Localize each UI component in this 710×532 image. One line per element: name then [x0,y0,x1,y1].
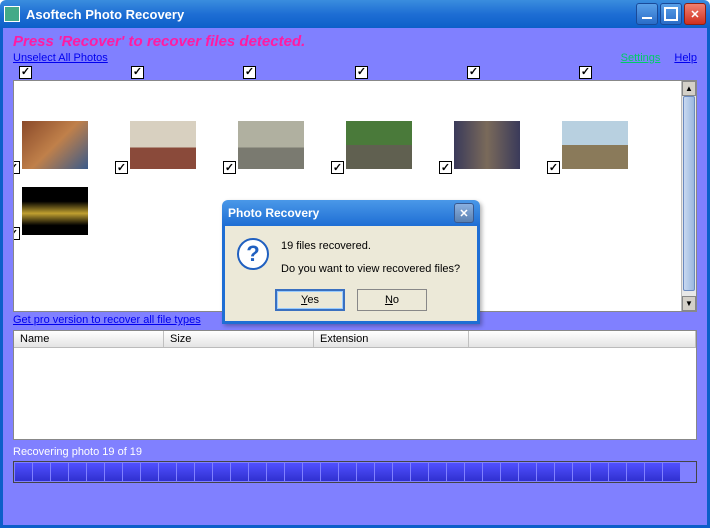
scroll-down-button[interactable]: ▼ [682,296,696,311]
thumbnail-checkbox[interactable] [13,227,20,240]
progress-segment [537,463,554,481]
column-blank[interactable] [469,331,696,347]
thumbnail-checkbox[interactable] [223,161,236,174]
unselect-all-link[interactable]: Unselect All Photos [13,52,108,64]
progress-segment [159,463,176,481]
dialog-body: ? 19 files recovered. Do you want to vie… [222,226,480,324]
progress-segment [321,463,338,481]
app-icon [4,6,20,22]
progress-segment [519,463,536,481]
thumbnail-checkbox[interactable] [243,66,256,79]
thumbnail-image[interactable] [454,121,520,169]
progress-segment [33,463,50,481]
thumbnail-item[interactable] [454,121,520,169]
column-size[interactable]: Size [164,331,314,347]
question-icon: ? [237,238,269,270]
thumbnail-checkbox[interactable] [19,66,32,79]
progress-segment [213,463,230,481]
minimize-button[interactable] [636,3,658,25]
progress-bar [13,461,697,483]
thumbnail-image[interactable] [130,121,196,169]
thumbnail-checkbox[interactable] [355,66,368,79]
status-text: Recovering photo 19 of 19 [13,446,697,458]
thumbnail-image[interactable] [238,121,304,169]
settings-link[interactable]: Settings [621,52,661,64]
progress-segment [357,463,374,481]
titlebar: Asoftech Photo Recovery [0,0,710,28]
dialog-line2: Do you want to view recovered files? [281,261,460,278]
thumbnail-item[interactable] [22,187,88,235]
progress-segment [303,463,320,481]
top-checkbox-row [13,66,697,79]
thumbnail-image[interactable] [346,121,412,169]
thumbnail-checkbox[interactable] [131,66,144,79]
scroll-thumb[interactable] [683,96,695,291]
column-name[interactable]: Name [14,331,164,347]
thumbnail-item[interactable] [130,121,196,169]
instruction-text: Press 'Recover' to recover files detecte… [13,33,697,50]
progress-segment [87,463,104,481]
progress-segment [177,463,194,481]
thumbnail-image[interactable] [22,187,88,235]
progress-segment [105,463,122,481]
progress-segment [465,463,482,481]
thumbnail-item[interactable] [238,121,304,169]
scroll-up-button[interactable]: ▲ [682,81,696,96]
help-link[interactable]: Help [674,52,697,64]
progress-segment [51,463,68,481]
thumbnail-checkbox[interactable] [115,161,128,174]
column-extension[interactable]: Extension [314,331,469,347]
dialog-message: 19 files recovered. Do you want to view … [281,238,460,277]
thumbnail-checkbox[interactable] [579,66,592,79]
progress-segment [375,463,392,481]
progress-segment [285,463,302,481]
thumbnail-checkbox[interactable] [547,161,560,174]
progress-segment [123,463,140,481]
progress-segment [15,463,32,481]
progress-segment [501,463,518,481]
progress-segment [339,463,356,481]
yes-button[interactable]: Yes [275,289,345,311]
thumbnail-checkbox[interactable] [467,66,480,79]
thumbnails-scrollbar[interactable]: ▲ ▼ [681,81,696,311]
progress-segment [249,463,266,481]
thumbnail-image[interactable] [22,121,88,169]
app-title: Asoftech Photo Recovery [26,7,184,22]
progress-segment [663,463,680,481]
dialog-titlebar: Photo Recovery ✕ [222,200,480,226]
progress-segment [555,463,572,481]
progress-segment [141,463,158,481]
progress-segment [447,463,464,481]
progress-segment [231,463,248,481]
dialog-title-text: Photo Recovery [228,206,319,220]
progress-segment [429,463,446,481]
thumbnail-image[interactable] [562,121,628,169]
thumbnail-item[interactable] [22,121,88,169]
progress-segment [195,463,212,481]
progress-segment [393,463,410,481]
progress-segment [573,463,590,481]
recovery-dialog: Photo Recovery ✕ ? 19 files recovered. D… [222,200,480,324]
progress-segment [627,463,644,481]
progress-segment [411,463,428,481]
thumbnail-item[interactable] [346,121,412,169]
close-button[interactable] [684,3,706,25]
progress-segment [645,463,662,481]
thumbnail-checkbox[interactable] [13,161,20,174]
dialog-line1: 19 files recovered. [281,238,460,255]
table-header: Name Size Extension [14,331,696,348]
progress-segment [69,463,86,481]
progress-segment [609,463,626,481]
thumbnail-item[interactable] [562,121,628,169]
links-row: Unselect All Photos Settings Help [13,52,697,64]
progress-segment [591,463,608,481]
no-button[interactable]: No [357,289,427,311]
progress-segment [267,463,284,481]
thumbnail-checkbox[interactable] [331,161,344,174]
maximize-button[interactable] [660,3,682,25]
progress-segment [483,463,500,481]
thumbnail-checkbox[interactable] [439,161,452,174]
file-table: Name Size Extension [13,330,697,440]
dialog-close-button[interactable]: ✕ [454,203,474,223]
